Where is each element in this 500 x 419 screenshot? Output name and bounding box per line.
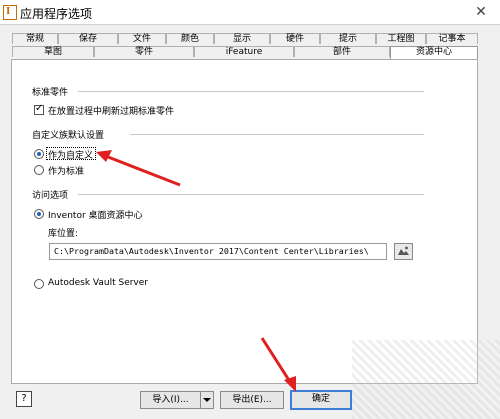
- annotation-arrow-ok: [260, 337, 294, 386]
- annotation-arrow-custom: [102, 153, 181, 187]
- annotation-arrowhead: [284, 376, 296, 392]
- watermark-overlay: [352, 340, 500, 419]
